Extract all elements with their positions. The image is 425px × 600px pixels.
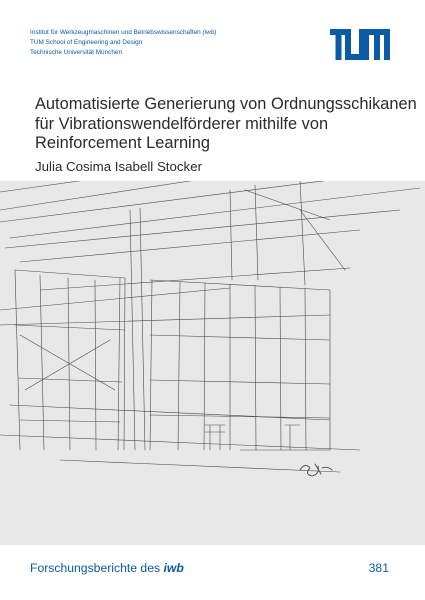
cover-header: Institut für Werkzeugmaschinen und Betri… [0,0,425,83]
book-title: Automatisierte Generierung von Ordnungss… [35,95,417,154]
school-name: TUM School of Engineering and Design [30,39,143,46]
volume-number: 381 [368,561,389,575]
university-name: Technische Universität München [30,49,122,56]
book-cover: Institut für Werkzeugmaschinen und Betri… [0,0,425,600]
tum-logo [330,29,390,60]
title-line: Automatisierte Generierung von Ordnungss… [35,95,417,113]
series-title: Forschungsberichte des iwb [30,561,184,575]
title-block: Automatisierte Generierung von Ordnungss… [0,83,425,181]
title-line: für Vibrationswendelförderer mithilfe vo… [35,114,329,133]
institution-name: Institut für Werkzeugmaschinen und Betri… [30,29,201,36]
series-abbrev: iwb [163,561,184,575]
author-name: Julia Cosima Isabell Stocker [35,159,203,174]
title-line: Reinforcement Learning [35,134,210,152]
institution-abbrev: (iwb) [202,29,217,36]
institution-block: Institut für Werkzeugmaschinen und Betri… [30,28,216,58]
cover-footer: Forschungsberichte des iwb 381 [0,545,425,600]
series-name: Forschungsberichte des [30,561,161,575]
architecture-sketch [0,150,425,477]
